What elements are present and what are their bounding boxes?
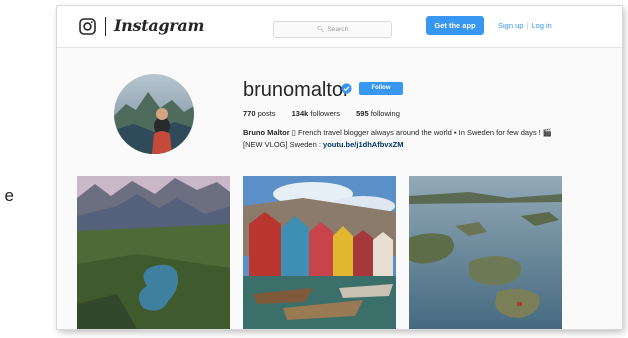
post-thumbnail-1[interactable] [77, 176, 230, 329]
bio-link[interactable]: youtu.be/j1dhAfbvxZM [323, 140, 403, 149]
post-thumbnail-3[interactable] [409, 176, 562, 329]
following-label: following [370, 109, 400, 118]
log-in-link[interactable]: Log in [531, 21, 551, 30]
follow-button[interactable]: Follow [359, 82, 403, 95]
archipelago-aerial-photo [409, 176, 562, 329]
camera-icon[interactable] [79, 18, 96, 35]
verified-badge-icon [341, 83, 352, 94]
search-placeholder: Search [327, 26, 349, 33]
mountain-lake-photo [77, 176, 230, 329]
search-icon: 🔍︎ [316, 27, 325, 33]
auth-links: Sign up | Log in [498, 16, 552, 35]
search-input[interactable]: 🔍︎ Search [273, 21, 392, 38]
following-stat[interactable]: 595 following [356, 109, 400, 118]
followers-stat[interactable]: 134k followers [292, 109, 340, 118]
instagram-wordmark[interactable]: Instagram [114, 15, 204, 37]
posts-stat: 770 posts [243, 109, 276, 118]
profile-username: brunomaltor [243, 79, 350, 101]
post-thumbnail-2[interactable] [243, 176, 396, 329]
get-the-app-button[interactable]: Get the app [426, 16, 484, 35]
instagram-profile-page: Instagram 🔍︎ Search Get the app Sign up | L… [57, 6, 622, 329]
logo-divider [105, 17, 106, 36]
avatar-photo [114, 74, 194, 154]
sign-up-link[interactable]: Sign up [498, 21, 523, 30]
profile-bio: Bruno Maltor ▯ French travel blogger alw… [243, 127, 573, 151]
posts-label: posts [257, 109, 276, 118]
colorful-boathouses-photo [243, 176, 396, 329]
profile-stats: 770 posts 134k followers 595 following [243, 108, 414, 120]
followers-count: 134k [291, 109, 309, 118]
top-navigation-bar: Instagram 🔍︎ Search Get the app Sign up | L… [57, 6, 622, 48]
cropped-background-text: e [4, 186, 14, 205]
avatar[interactable] [114, 74, 194, 154]
bio-name: Bruno Maltor [243, 128, 290, 137]
posts-count: 770 [243, 109, 256, 118]
following-count: 595 [356, 109, 369, 118]
auth-separator: | [526, 21, 529, 30]
followers-label: followers [310, 109, 341, 118]
